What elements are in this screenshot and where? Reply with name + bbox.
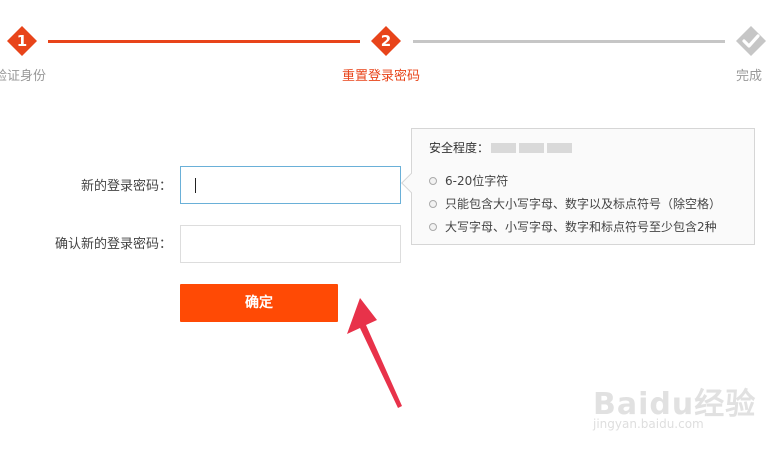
step-2-label: 重置登录密码	[342, 69, 421, 84]
step-2-number: 2	[380, 32, 392, 50]
step-3-marker	[735, 25, 767, 57]
list-item: 6-20位字符	[429, 169, 721, 192]
password-rules-list: 6-20位字符 只能包含大小写字母、数字以及标点符号（除空格） 大写字母、小写字…	[429, 169, 721, 238]
list-item: 大写字母、小写字母、数字和标点符号至少包含2种	[429, 215, 721, 238]
step-2-marker: 2	[370, 25, 402, 57]
strength-bar-strong	[547, 142, 573, 153]
check-icon	[736, 26, 766, 56]
progress-line-completed	[48, 40, 360, 43]
annotation-arrow-icon	[347, 298, 402, 408]
confirm-password-label: 确认新的登录密码：	[54, 237, 172, 252]
progress-line-pending	[413, 40, 725, 43]
tooltip-pointer	[401, 173, 421, 193]
step-1-marker: 1	[6, 25, 38, 57]
strength-meter	[491, 142, 575, 153]
list-item: 只能包含大小写字母、数字以及标点符号（除空格）	[429, 192, 721, 215]
circle-bullet-icon	[429, 176, 437, 185]
confirm-password-input[interactable]	[180, 225, 401, 263]
watermark-url: jingyan.baidu.com	[593, 417, 704, 431]
text-cursor	[195, 178, 196, 193]
step-1-number: 1	[16, 32, 28, 50]
strength-bar-medium	[519, 142, 545, 153]
watermark: Baidu经验 jingyan.baidu.com	[593, 365, 763, 440]
step-1-label: 验证身份	[0, 69, 47, 84]
password-strength-tooltip: 安全程度： 6-20位字符 只能包含大小写字母、数字以及标点符号（除空格） 大写…	[401, 128, 755, 245]
rule-text: 大写字母、小写字母、数字和标点符号至少包含2种	[445, 220, 717, 234]
step-3-label: 完成	[736, 69, 763, 84]
rule-text: 6-20位字符	[445, 174, 509, 188]
circle-bullet-icon	[429, 199, 437, 208]
rule-text: 只能包含大小写字母、数字以及标点符号（除空格）	[445, 197, 722, 211]
new-password-label: 新的登录密码：	[80, 179, 172, 194]
strength-row: 安全程度：	[429, 139, 575, 156]
submit-button[interactable]: 确定	[180, 284, 338, 322]
strength-bar-weak	[491, 142, 517, 153]
circle-bullet-icon	[429, 222, 437, 231]
new-password-input[interactable]	[180, 166, 401, 204]
strength-label: 安全程度：	[429, 141, 490, 155]
